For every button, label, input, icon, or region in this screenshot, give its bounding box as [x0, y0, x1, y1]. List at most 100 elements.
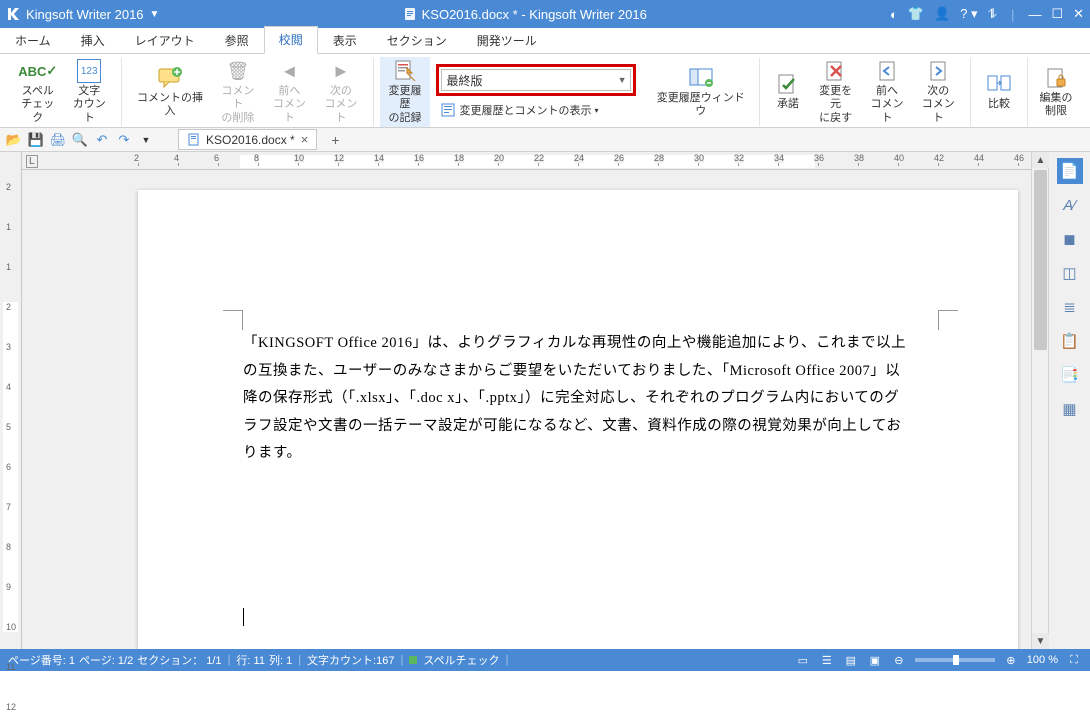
next-change-button[interactable]: 次の コメント	[913, 57, 964, 127]
insert-comment-button[interactable]: コメントの挿入	[128, 64, 212, 120]
prev-change-button[interactable]: 前へ コメント	[861, 57, 912, 127]
text-cursor	[243, 608, 244, 626]
status-page[interactable]: ページ: 1/2	[79, 652, 133, 668]
window-icon	[689, 66, 713, 90]
list-icon	[440, 102, 456, 118]
app-menu-chevron-icon[interactable]: ▼	[150, 9, 160, 20]
vertical-scrollbar[interactable]: ▲ ▼	[1031, 152, 1048, 649]
restrict-edit-button[interactable]: 編集の 制限	[1034, 64, 1078, 120]
zoom-out-button[interactable]: ⊖	[891, 652, 907, 668]
tab-section[interactable]: セクション	[372, 27, 462, 54]
sp-grid-icon[interactable]: ▦	[1057, 396, 1083, 422]
document-tab[interactable]: KSO2016.docx * ×	[178, 129, 317, 150]
sp-clipboard-icon[interactable]: 📋	[1057, 328, 1083, 354]
sp-square-icon[interactable]: ◼	[1057, 226, 1083, 252]
zoom-in-button[interactable]: ⊕	[1003, 652, 1019, 668]
menu-bar: ホーム 挿入 レイアウト 参照 校閲 表示 セクション 開発ツール	[0, 28, 1090, 54]
zoom-value[interactable]: 100 %	[1027, 654, 1058, 666]
page-prev-icon	[875, 59, 899, 83]
paragraph[interactable]: 「KINGSOFT Office 2016」は、よりグラフィカルな再現性の向上や…	[243, 330, 913, 468]
prev-comment-button[interactable]: ◄ 前へ コメント	[264, 57, 316, 127]
print-icon[interactable]: 🖨	[50, 132, 66, 148]
status-col: 列: 1	[269, 652, 292, 668]
accept-button[interactable]: 承諾	[766, 70, 810, 113]
user-icon[interactable]: 👤	[934, 6, 950, 22]
sp-style-icon[interactable]: A⁄	[1057, 192, 1083, 218]
status-bar: ページ番号: 1 ページ: 1/2 セクション： 1/1 | 行: 11 列: …	[0, 649, 1090, 671]
quick-access-toolbar: 📂 💾 🖨 🔍 ↶ ↷ ▼ KSO2016.docx * × +	[0, 128, 1090, 152]
maximize-button[interactable]: ☐	[1051, 6, 1063, 22]
view-web-icon[interactable]: ▤	[843, 652, 859, 668]
comment-delete-icon: 🗑	[226, 59, 250, 83]
tab-developer[interactable]: 開発ツール	[462, 27, 552, 54]
status-char-count[interactable]: 文字カウント:167	[307, 652, 394, 668]
moon-icon[interactable]: ◐	[890, 7, 898, 22]
spell-check-button[interactable]: ABC✓ スペル チェック	[12, 57, 63, 127]
tab-layout[interactable]: レイアウト	[120, 27, 210, 54]
view-read-icon[interactable]: ▣	[867, 652, 883, 668]
app-name: Kingsoft Writer 2016	[26, 7, 144, 22]
spell-ok-icon	[409, 656, 417, 664]
word-count-button[interactable]: 123 文字 カウント	[63, 57, 114, 127]
scroll-thumb[interactable]	[1034, 170, 1047, 350]
track-changes-icon	[393, 59, 417, 83]
close-button[interactable]: ✕	[1073, 6, 1084, 22]
view-outline-icon[interactable]: ☰	[819, 652, 835, 668]
status-page-no[interactable]: ページ番号: 1	[8, 652, 75, 668]
delete-comment-button[interactable]: 🗑 コメント の削除	[212, 57, 264, 127]
revert-button[interactable]: 変更を元 に戻す	[810, 57, 861, 127]
arrow-right-icon: ►	[329, 59, 353, 83]
tab-review[interactable]: 校閲	[264, 26, 318, 54]
collapse-icon[interactable]: ⥮	[988, 6, 997, 22]
window-title: KSO2016.docx * - Kingsoft Writer 2016	[403, 7, 647, 22]
save-icon[interactable]: 💾	[28, 132, 44, 148]
word-count-icon: 123	[77, 59, 101, 83]
sp-shapes-icon[interactable]: ◫	[1057, 260, 1083, 286]
status-section[interactable]: セクション： 1/1	[137, 652, 221, 668]
view-print-icon[interactable]: ▭	[795, 652, 811, 668]
document-page[interactable]: 「KINGSOFT Office 2016」は、よりグラフィカルな再現性の向上や…	[138, 190, 1018, 649]
comment-new-icon	[158, 66, 182, 90]
changes-window-button[interactable]: 変更履歴ウィンドウ	[648, 64, 752, 120]
tab-reference[interactable]: 参照	[210, 27, 264, 54]
shirt-icon[interactable]: 👕	[908, 6, 924, 22]
doc-icon	[403, 7, 417, 21]
help-icon[interactable]: ? ▾	[960, 6, 977, 22]
minimize-button[interactable]: —	[1028, 7, 1041, 22]
zoom-slider[interactable]	[915, 658, 995, 662]
chevron-down-icon[interactable]: ▼	[138, 132, 154, 148]
show-changes-button[interactable]: 変更履歴とコメントの表示 ▾	[436, 100, 636, 120]
open-icon[interactable]: 📂	[6, 132, 22, 148]
page-area[interactable]: 「KINGSOFT Office 2016」は、よりグラフィカルな再現性の向上や…	[22, 152, 1031, 649]
tab-insert[interactable]: 挿入	[66, 27, 120, 54]
fullscreen-icon[interactable]: ⛶	[1066, 652, 1082, 668]
tab-home[interactable]: ホーム	[0, 27, 66, 54]
track-changes-button[interactable]: 変更履歴 の記録	[380, 57, 431, 127]
title-bar: Kingsoft Writer 2016 ▼ KSO2016.docx * - …	[0, 0, 1090, 28]
compare-icon	[987, 72, 1011, 96]
arrow-left-icon: ◄	[277, 59, 301, 83]
app-icon	[6, 6, 22, 22]
scroll-down-icon[interactable]: ▼	[1032, 633, 1049, 649]
sp-doc2-icon[interactable]: 📑	[1057, 362, 1083, 388]
sp-list-icon[interactable]: ≣	[1057, 294, 1083, 320]
side-panel: 📄 A⁄ ◼ ◫ ≣ 📋 📑 ▦	[1048, 152, 1090, 649]
compare-button[interactable]: 比較	[977, 70, 1021, 113]
spell-check-icon: ABC✓	[26, 59, 50, 83]
undo-icon[interactable]: ↶	[94, 132, 110, 148]
scroll-up-icon[interactable]: ▲	[1032, 152, 1049, 168]
next-comment-button[interactable]: ► 次の コメント	[315, 57, 367, 127]
accept-icon	[776, 72, 800, 96]
page-next-icon	[926, 59, 950, 83]
print-preview-icon[interactable]: 🔍	[72, 132, 88, 148]
redo-icon[interactable]: ↷	[116, 132, 132, 148]
status-spell[interactable]: スペルチェック	[423, 652, 499, 668]
ruler-vertical[interactable]: 21123456789101112	[0, 152, 22, 649]
display-mode-select[interactable]: 最終版 ▼	[436, 64, 636, 96]
close-tab-icon[interactable]: ×	[301, 132, 309, 147]
ribbon: ABC✓ スペル チェック 123 文字 カウント コメントの挿入 🗑 コメント…	[0, 54, 1090, 128]
sp-doc-icon[interactable]: 📄	[1057, 158, 1083, 184]
tab-view[interactable]: 表示	[318, 27, 372, 54]
chevron-down-icon: ▾	[594, 106, 598, 115]
new-tab-button[interactable]: +	[331, 132, 339, 148]
